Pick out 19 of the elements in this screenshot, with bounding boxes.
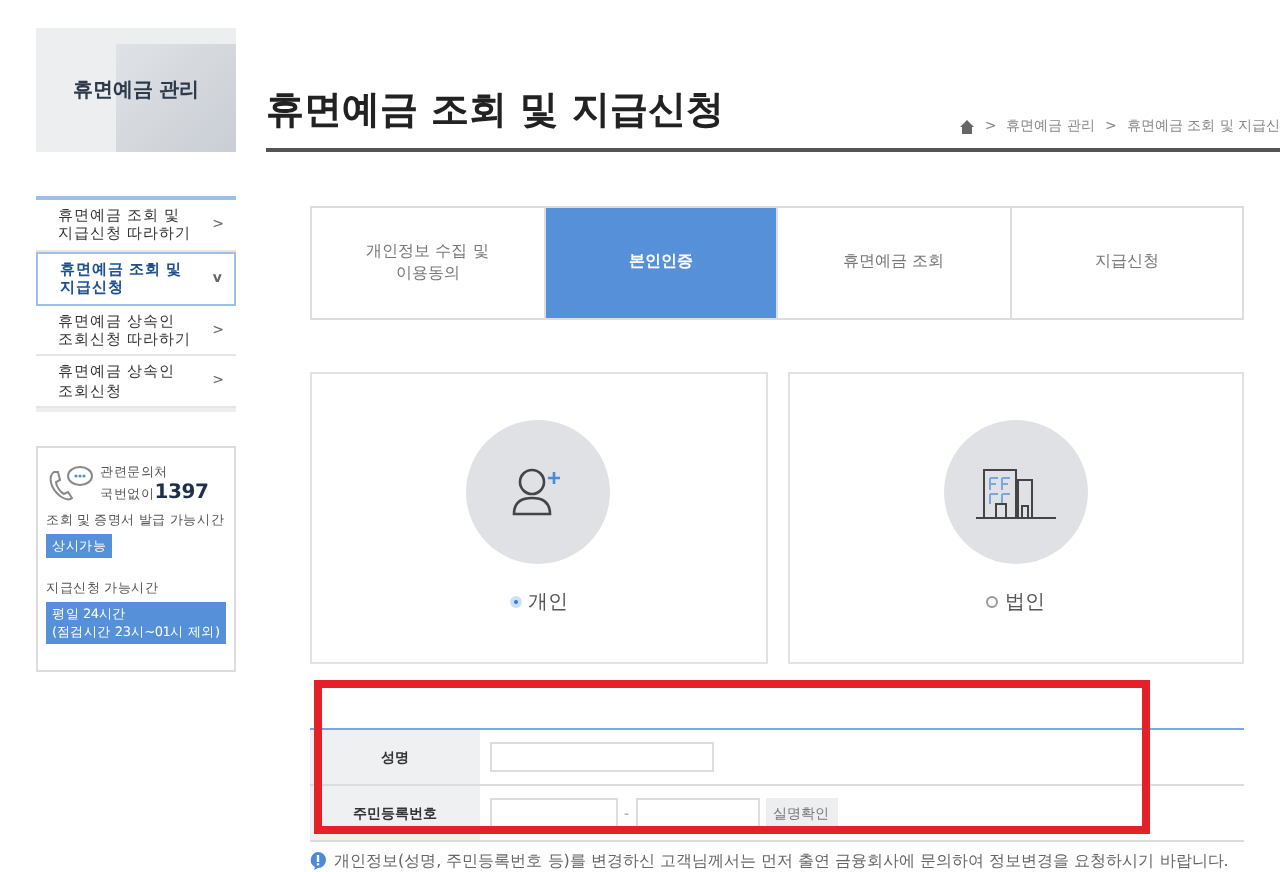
radio-button[interactable] [986,596,999,608]
phone-number: 1397 [154,482,209,504]
step-label: 지급신청 [1094,252,1159,274]
info-icon [310,852,326,870]
customer-type-card[interactable]: 법인 [787,372,1244,664]
customer-type-card[interactable]: 개인 [310,372,767,664]
page-title: 휴면예금 조회 및 지급신청 [266,86,724,136]
step-label: 휴면예금 조회 [842,252,945,274]
step-label: 본인인증 [628,252,693,274]
step-label: 개인정보 수집 및 이용동의 [366,242,489,284]
home-icon[interactable] [960,119,975,133]
id-back-input-field[interactable] [635,798,760,828]
id-front-input-field[interactable] [490,798,618,828]
name-input-field[interactable] [490,742,714,772]
menu-title: 휴면예금 관리 [72,78,200,104]
notice-text: 개인정보(성명, 주민등록번호 등)를 변경하신 고객님께서는 먼저 출연 금융회사에 문의하여 정보변경을 요청하시기 바랍니다. [334,850,1229,872]
radio-label: 법인 [1004,590,1045,616]
radio-label: 개인 [527,590,568,616]
phone-chat-icon [46,464,94,504]
